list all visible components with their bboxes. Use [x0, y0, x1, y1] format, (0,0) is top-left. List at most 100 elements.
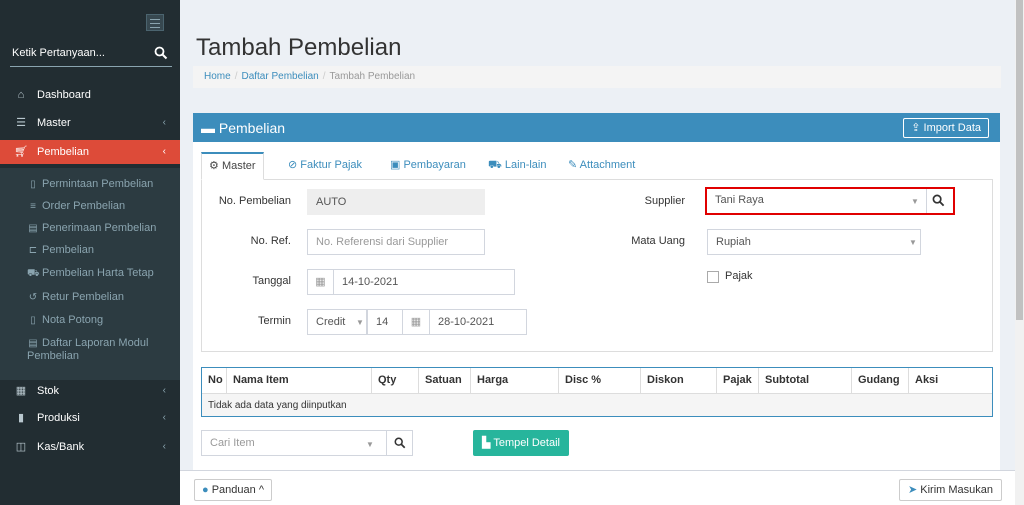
supplier-select[interactable]: Tani Raya [707, 189, 927, 213]
no-pembelian-field: AUTO [307, 189, 485, 215]
sidebar-search-input[interactable]: Ketik Pertanyaan... [12, 47, 105, 59]
upload-icon: ⇪ [911, 122, 921, 134]
sidebar-item-produksi[interactable]: ▮ Produksi ‹ [0, 407, 180, 429]
box-title: ▬ Pembelian [201, 120, 286, 136]
column-header: Harga [471, 368, 559, 393]
sidebar-item-master[interactable]: ☰ Master ‹ [0, 112, 180, 134]
pembelian-box: ▬ Pembelian ⇪ Import Data ⚙ Master ⊘ Fak… [193, 113, 1000, 505]
gears-icon: ⚙ [209, 160, 219, 172]
mata-uang-select[interactable]: Rupiah [707, 229, 921, 255]
cart-icon: 🛒︎ [14, 146, 28, 158]
search-icon[interactable] [932, 194, 945, 207]
tanggal-input[interactable]: 14-10-2021 [333, 269, 515, 295]
pajak-label: Pajak [725, 270, 753, 282]
calendar-icon[interactable]: ▦ [307, 269, 333, 295]
footer-bar: ● Panduan ^ ➤ Kirim Masukan [180, 470, 1015, 505]
supplier-highlight: Tani Raya ▼ [705, 187, 955, 215]
tab-faktur-pajak[interactable]: ⊘ Faktur Pajak [281, 152, 369, 180]
column-header: Aksi [915, 374, 939, 386]
car-icon: ⛟ [27, 268, 40, 279]
sidebar-item-dashboard[interactable]: ⌂ Dashboard [0, 84, 180, 106]
sidebar-sub-pembelian[interactable]: ⊏ Pembelian [0, 240, 180, 260]
check-circle-icon: ⊘ [288, 159, 298, 171]
termin-date-input[interactable]: 28-10-2021 [429, 309, 527, 335]
tab-lain-lain[interactable]: ⛟ Lain-lain [481, 152, 554, 180]
column-header: Gudang [852, 368, 909, 393]
tempel-detail-button[interactable]: ▙ Tempel Detail [473, 430, 569, 456]
item-search-input[interactable]: Cari Item [210, 437, 255, 449]
sidebar-item-kasbank[interactable]: ◫ Kas/Bank ‹ [0, 436, 180, 458]
cart-small-icon: ⊏ [28, 245, 38, 256]
tanggal-label: Tanggal [252, 275, 291, 287]
home-icon: ⌂ [17, 89, 25, 101]
paperclip-icon: ✎ [568, 159, 578, 171]
money-icon: ▣ [390, 159, 401, 171]
search-icon[interactable] [154, 46, 168, 60]
box-header: ▬ Pembelian ⇪ Import Data [193, 114, 1000, 142]
send-icon: ➤ [907, 484, 918, 496]
truck-icon: ⛟ [488, 159, 502, 171]
import-data-button[interactable]: ⇪ Import Data [903, 118, 989, 138]
tab-attachment[interactable]: ✎ Attachment [561, 152, 642, 180]
sidebar-item-stok[interactable]: ▦ Stok ‹ [0, 380, 180, 402]
paste-icon: ▙ [482, 437, 491, 449]
sidebar-sub-order[interactable]: ≡ Order Pembelian [0, 196, 180, 216]
sidebar-sub-harta-tetap[interactable]: ⛟ Pembelian Harta Tetap [0, 263, 180, 283]
breadcrumb-home[interactable]: Home [204, 71, 231, 82]
calendar-icon[interactable]: ▦ [403, 309, 429, 335]
box-icon: ▦ [15, 385, 27, 397]
page-title: Tambah Pembelian [196, 34, 402, 61]
chart-icon: ▮ [17, 412, 25, 424]
sidebar-sub-permintaan[interactable]: ▯ Permintaan Pembelian [0, 174, 180, 194]
column-header: Subtotal [759, 368, 852, 393]
termin-label: Termin [257, 315, 291, 327]
undo-icon: ↺ [28, 292, 38, 303]
kirim-masukan-button[interactable]: ➤ Kirim Masukan [898, 479, 1002, 501]
sidebar-item-pembelian[interactable]: 🛒︎ Pembelian ‹ [0, 140, 180, 164]
search-icon [394, 437, 405, 449]
no-pembelian-label: No. Pembelian [218, 195, 291, 207]
file-icon: ▯ [30, 315, 36, 326]
sidebar: Ketik Pertanyaan... ⌂ Dashboard ☰ Master ‹… [0, 0, 180, 505]
chevron-down-icon: ▼ [909, 238, 917, 247]
column-header: Nama Item [227, 368, 372, 393]
termin-days-input[interactable]: 14 [367, 309, 403, 335]
tab-pembayaran[interactable]: ▣ Pembayaran [383, 152, 473, 180]
column-header: Pajak [717, 368, 759, 393]
database-icon: ☰ [16, 117, 26, 129]
column-header: Qty [372, 368, 419, 393]
chevron-left-icon: ‹ [162, 146, 166, 157]
items-table: No Nama Item Qty Satuan Harga Disc % Dis… [201, 367, 993, 417]
pajak-checkbox[interactable] [707, 271, 719, 283]
sidebar-sub-retur[interactable]: ↺ Retur Pembelian [0, 287, 180, 307]
column-header: Diskon [641, 368, 717, 393]
no-ref-label: No. Ref. [250, 235, 291, 247]
page-scrollbar[interactable] [1015, 0, 1024, 505]
no-ref-input[interactable]: No. Referensi dari Supplier [307, 229, 485, 255]
sidebar-sub-penerimaan[interactable]: ▤ Penerimaan Pembelian [0, 218, 180, 238]
supplier-label: Supplier [644, 195, 685, 207]
tabs: ⚙ Master ⊘ Faktur Pajak ▣ Pembayaran ⛟ L… [201, 152, 993, 180]
document-icon: ▤ [28, 223, 38, 234]
chevron-down-icon: ▼ [366, 440, 374, 449]
chevron-left-icon: ‹ [162, 441, 166, 452]
item-search[interactable]: Cari Item ▼ [201, 430, 387, 456]
tab-master[interactable]: ⚙ Master [201, 152, 264, 180]
chevron-up-icon: ^ [258, 484, 264, 496]
briefcase-icon: ▬ [201, 120, 215, 136]
sidebar-sub-nota-potong[interactable]: ▯ Nota Potong [0, 310, 180, 330]
sidebar-search[interactable]: Ketik Pertanyaan... [10, 41, 172, 67]
breadcrumb-daftar-pembelian[interactable]: Daftar Pembelian [241, 71, 318, 82]
chevron-left-icon: ‹ [162, 412, 166, 423]
chevron-left-icon: ‹ [162, 385, 166, 396]
question-circle-icon: ● [202, 484, 209, 496]
document-icon: ▤ [28, 338, 38, 349]
scrollbar-thumb[interactable] [1016, 0, 1023, 320]
sidebar-sub-laporan[interactable]: ▤ Daftar Laporan Modul Pembelian [0, 334, 180, 366]
panduan-button[interactable]: ● Panduan ^ [194, 479, 272, 501]
empty-table-message: Tidak ada data yang diinputkan [202, 393, 992, 416]
item-search-button[interactable] [387, 430, 413, 456]
sidebar-toggle-button[interactable] [146, 14, 164, 31]
column-header: No [202, 368, 227, 393]
breadcrumb-current: Tambah Pembelian [329, 71, 416, 82]
